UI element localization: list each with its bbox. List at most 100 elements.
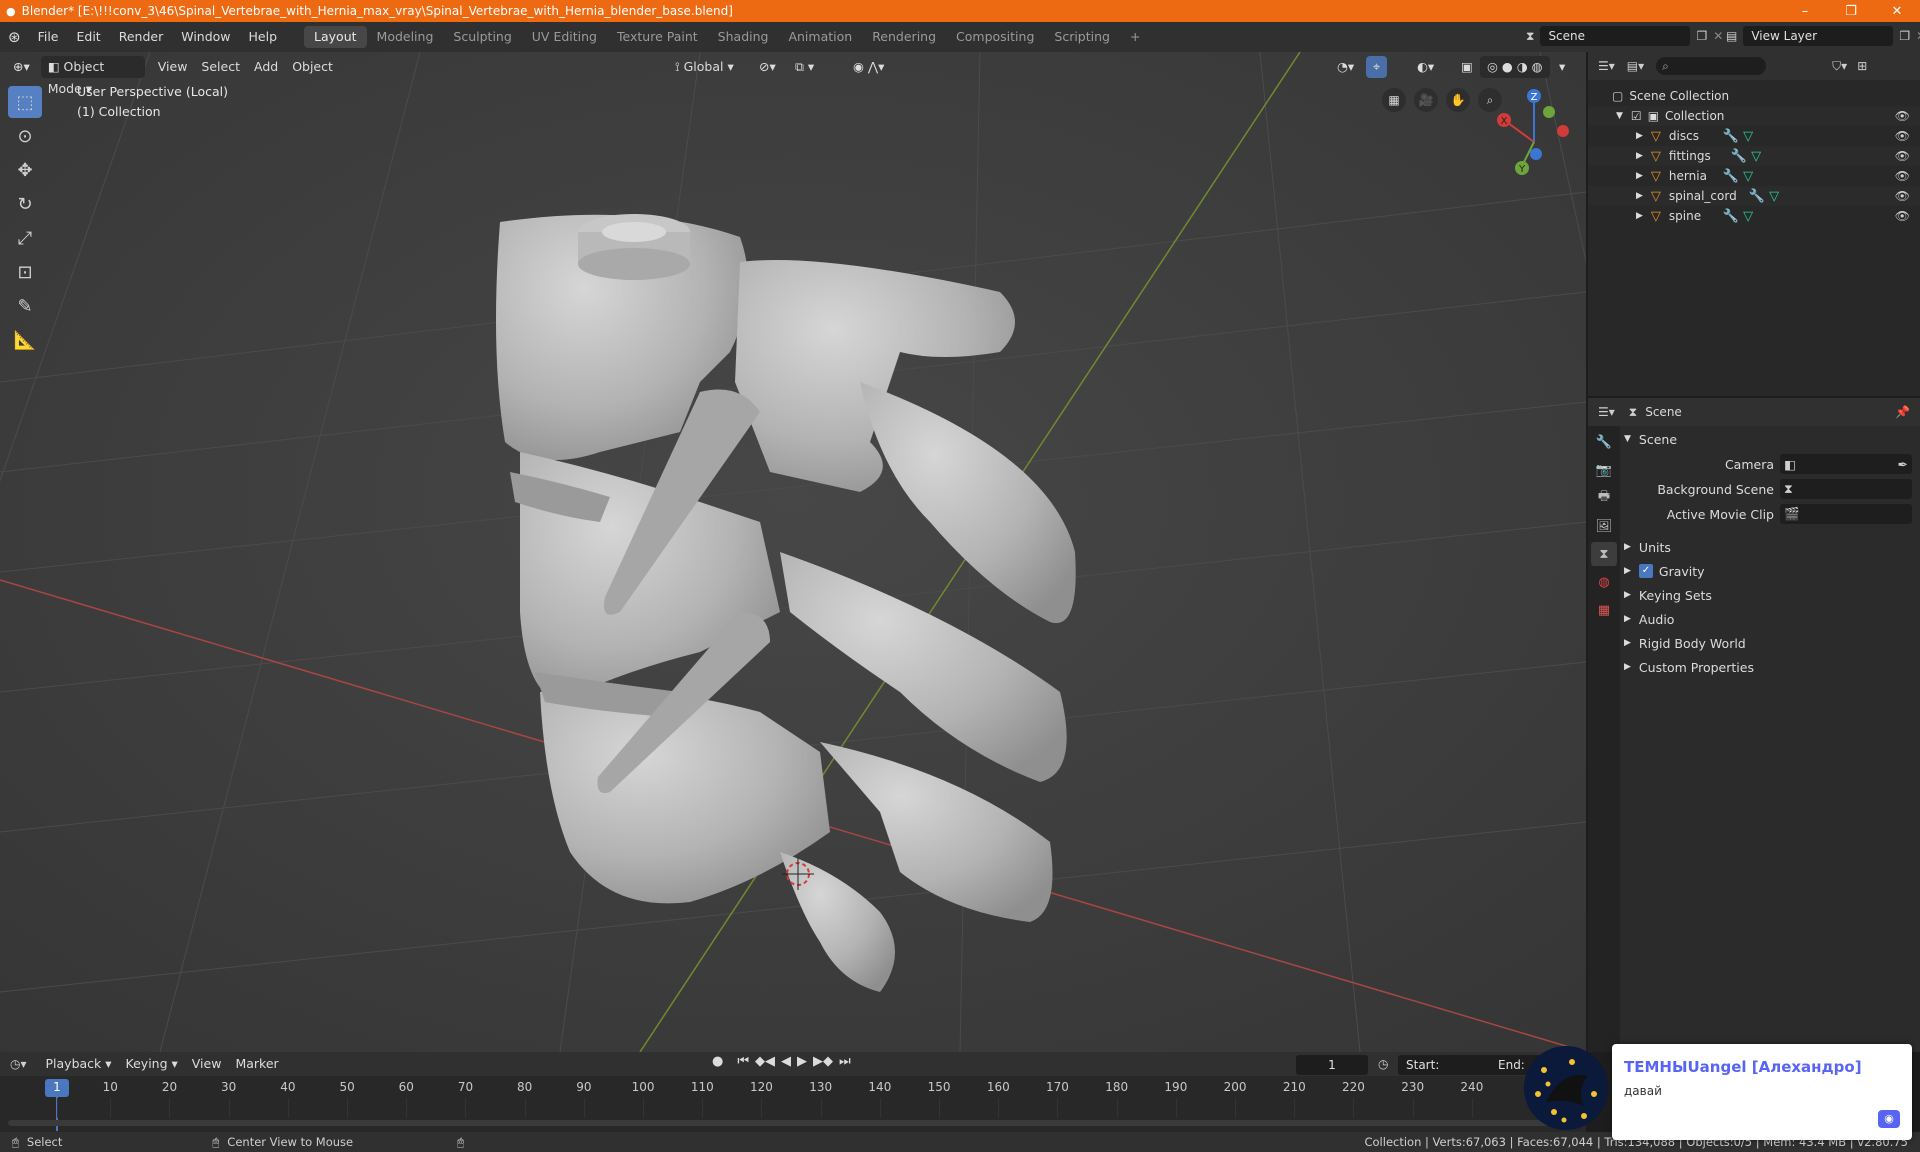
clock-icon[interactable]: ◷ <box>1378 1057 1388 1071</box>
cursor-tool-icon[interactable]: ⊙ <box>8 120 42 152</box>
marker-menu[interactable]: Marker <box>228 1053 285 1075</box>
eye-icon[interactable]: 👁 <box>1895 209 1910 223</box>
expand-arrow-icon[interactable]: ▶ <box>1636 131 1643 141</box>
playback-menu[interactable]: Playback ▾ <box>39 1053 119 1075</box>
menu-select[interactable]: Select <box>194 56 247 78</box>
restore-button[interactable]: ❐ <box>1828 0 1874 22</box>
view-layer-field[interactable]: View Layer <box>1743 26 1894 46</box>
outliner-object-spine[interactable]: ▶ ▽ spine 🔧 ▽ 👁 <box>1588 206 1920 226</box>
texture-tab-icon[interactable]: ▦ <box>1591 598 1617 622</box>
outliner-object-spinal-cord[interactable]: ▶ ▽ spinal_cord 🔧 ▽ 👁 <box>1588 186 1920 206</box>
eye-icon[interactable]: 👁 <box>1895 189 1910 203</box>
keying-menu[interactable]: Keying ▾ <box>119 1053 185 1075</box>
proportional-edit-icon[interactable]: ◉ ⋀▾ <box>846 56 891 78</box>
eyedropper-icon[interactable]: ✒ <box>1898 457 1908 472</box>
camera-field[interactable]: ◧ ✒ <box>1780 454 1912 474</box>
rigid-body-world-panel[interactable]: ▶ Rigid Body World <box>1624 632 1914 654</box>
outliner-object-fittings[interactable]: ▶ ▽ fittings 🔧 ▽ 👁 <box>1588 146 1920 166</box>
eye-icon[interactable]: 👁 <box>1895 109 1910 123</box>
menu-window[interactable]: Window <box>172 22 239 52</box>
properties-editor-type-icon[interactable]: ☰▾ <box>1598 405 1615 419</box>
expand-arrow-icon[interactable]: ▶ <box>1636 191 1643 201</box>
eye-icon[interactable]: 👁 <box>1895 149 1910 163</box>
menu-object[interactable]: Object <box>285 56 340 78</box>
tab-modeling[interactable]: Modeling <box>367 26 444 48</box>
timeline-scrollbar[interactable] <box>8 1120 1578 1126</box>
outliner-object-discs[interactable]: ▶ ▽ discs 🔧 ▽ 👁 <box>1588 126 1920 146</box>
grid-view-icon[interactable]: ▦ <box>1382 88 1406 112</box>
scene-tab-icon[interactable]: ⧗ <box>1591 542 1617 566</box>
pin-icon[interactable]: 📌 <box>1895 405 1910 419</box>
audio-panel[interactable]: ▶ Audio <box>1624 608 1914 630</box>
move-tool-icon[interactable]: ✥ <box>8 154 42 186</box>
menu-file[interactable]: File <box>29 22 68 52</box>
collection-checkbox[interactable]: ☑ <box>1631 109 1642 123</box>
transform-tool-icon[interactable]: ⊡ <box>8 256 42 288</box>
mode-selector[interactable]: ◧ Object Mode ▾ <box>40 56 145 96</box>
expand-arrow-icon[interactable]: ▶ <box>1636 171 1643 181</box>
camera-view-icon[interactable]: 🎥 <box>1414 88 1438 112</box>
gravity-checkbox[interactable]: ✓ <box>1638 564 1653 578</box>
annotate-tool-icon[interactable]: ✎ <box>8 290 42 322</box>
background-scene-field[interactable]: ⧗ <box>1780 479 1912 499</box>
output-tab-icon[interactable]: 🖶 <box>1591 486 1617 510</box>
editor-type-icon[interactable]: ⊕▾ <box>6 56 37 78</box>
tab-texture-paint[interactable]: Texture Paint <box>607 26 708 48</box>
render-tab-icon[interactable]: 📷 <box>1591 458 1617 482</box>
tab-shading[interactable]: Shading <box>708 26 779 48</box>
next-keyframe-icon[interactable]: ▶◆ <box>813 1054 833 1069</box>
new-collection-icon[interactable]: ⊞ <box>1857 59 1867 73</box>
jump-end-icon[interactable]: ⏭ <box>839 1054 851 1069</box>
select-box-tool-icon[interactable]: ⬚ <box>8 86 42 118</box>
play-reverse-icon[interactable]: ◀ <box>781 1054 791 1069</box>
eye-icon[interactable]: 👁 <box>1895 129 1910 143</box>
expand-arrow-icon[interactable]: ▶ <box>1636 151 1643 161</box>
gravity-panel[interactable]: ▶ ✓ Gravity <box>1624 560 1914 582</box>
outliner-scene-collection[interactable]: ▢ Scene Collection <box>1588 86 1920 106</box>
xray-icon[interactable]: ▣ <box>1454 56 1480 78</box>
3d-viewport[interactable]: Z X Y ⊕▾ ◧ Object Mode ▾ View Select Add… <box>0 52 1586 1052</box>
timeline-ruler[interactable]: 1 10 20 30 40 50 60 70 80 90 100 110 120 130 140 150 160… <box>0 1076 1586 1132</box>
timeline-view-menu[interactable]: View <box>185 1053 229 1075</box>
menu-render[interactable]: Render <box>110 22 173 52</box>
zoom-icon[interactable]: ⌕ <box>1478 88 1502 112</box>
filter-icon[interactable]: ⛉▾ <box>1832 59 1847 74</box>
measure-tool-icon[interactable]: 📐 <box>8 324 42 356</box>
view-layer-icon[interactable]: ▤ <box>1726 29 1737 43</box>
jump-start-icon[interactable]: ⏮ <box>737 1054 749 1069</box>
play-icon[interactable]: ▶ <box>797 1054 807 1069</box>
delete-view-layer-icon[interactable]: ✕ <box>1916 29 1920 43</box>
outliner-editor-type-icon[interactable]: ☰▾ <box>1598 59 1615 73</box>
world-tab-icon[interactable]: ◍ <box>1591 570 1617 594</box>
expand-arrow-icon[interactable]: ▼ <box>1616 111 1623 121</box>
scale-tool-icon[interactable]: ⤢ <box>8 222 42 254</box>
tool-tab-icon[interactable]: 🔧 <box>1591 430 1617 454</box>
outliner-object-hernia[interactable]: ▶ ▽ hernia 🔧 ▽ 👁 <box>1588 166 1920 186</box>
gizmo-toggle-icon[interactable]: ⌖ <box>1366 56 1388 78</box>
active-movie-clip-field[interactable]: 🎬 <box>1780 504 1912 524</box>
rotate-tool-icon[interactable]: ↻ <box>8 188 42 220</box>
scene-field[interactable]: Scene <box>1540 26 1691 46</box>
overlay-toggle-icon[interactable]: ◐▾ <box>1410 56 1441 78</box>
new-scene-icon[interactable]: ❐ <box>1696 29 1707 43</box>
prev-keyframe-icon[interactable]: ◆◀ <box>755 1054 775 1069</box>
timeline-editor-type-icon[interactable]: ◷▾ <box>10 1057 27 1071</box>
scene-icon[interactable]: ⧗ <box>1526 29 1534 44</box>
tab-compositing[interactable]: Compositing <box>946 26 1044 48</box>
viewport-canvas[interactable]: Z X Y <box>0 52 1586 1052</box>
pivot-icon[interactable]: ⊘▾ <box>752 56 783 78</box>
minimize-button[interactable]: – <box>1782 0 1828 22</box>
tab-rendering[interactable]: Rendering <box>862 26 946 48</box>
shading-dropdown-icon[interactable]: ▾ <box>1552 56 1572 78</box>
keying-sets-panel[interactable]: ▶ Keying Sets <box>1624 584 1914 606</box>
tab-uv-editing[interactable]: UV Editing <box>522 26 607 48</box>
display-mode-icon[interactable]: ▤▾ <box>1627 59 1644 73</box>
chat-notification[interactable]: ТЕМНЫUangel [Алехандро] давай ◉ <box>1524 1044 1912 1140</box>
tab-scripting[interactable]: Scripting <box>1044 26 1120 48</box>
current-frame-field[interactable]: 1 <box>1296 1055 1368 1075</box>
close-button[interactable]: ✕ <box>1874 0 1920 22</box>
menu-view[interactable]: View <box>151 56 195 78</box>
orientation-selector[interactable]: ⟟ Global ▾ <box>668 56 741 78</box>
visibility-icon[interactable]: ◔▾ <box>1330 56 1361 78</box>
outliner-collection[interactable]: ▼ ☑ ▣ Collection 👁 <box>1588 106 1920 126</box>
